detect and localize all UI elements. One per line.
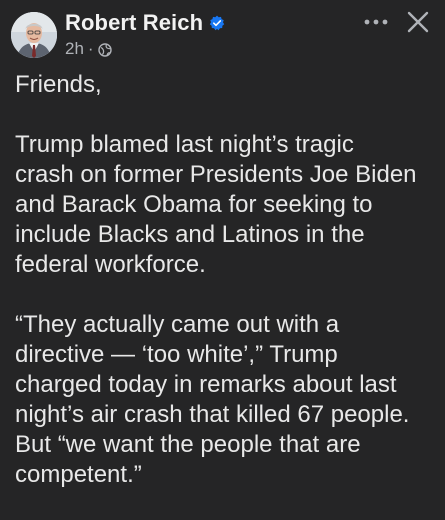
close-button[interactable] bbox=[402, 6, 434, 38]
close-icon bbox=[407, 11, 429, 33]
post-card: Robert Reich 2h · Friends, Trump blamed … bbox=[0, 0, 445, 499]
post-paragraph: Friends, bbox=[15, 71, 102, 98]
globe-icon[interactable] bbox=[97, 42, 112, 57]
verified-badge-icon bbox=[209, 15, 225, 31]
post-paragraph: Trump blamed last night’s tragic crash o… bbox=[15, 131, 417, 278]
author-line: Robert Reich bbox=[65, 9, 225, 37]
author-name[interactable]: Robert Reich bbox=[65, 10, 203, 36]
post-timestamp[interactable]: 2h bbox=[65, 39, 84, 59]
more-horizontal-icon bbox=[364, 19, 388, 25]
meta-separator: · bbox=[87, 39, 94, 58]
more-options-button[interactable] bbox=[358, 8, 394, 36]
author-avatar[interactable] bbox=[11, 12, 57, 58]
post-paragraph: “They actually came out with a directive… bbox=[15, 311, 410, 488]
post-meta: 2h · bbox=[65, 39, 225, 59]
avatar-portrait bbox=[11, 12, 57, 58]
post-header: Robert Reich 2h · bbox=[0, 0, 445, 70]
author-block: Robert Reich 2h · bbox=[65, 9, 225, 59]
post-body: Friends, Trump blamed last night’s tragi… bbox=[15, 70, 440, 520]
